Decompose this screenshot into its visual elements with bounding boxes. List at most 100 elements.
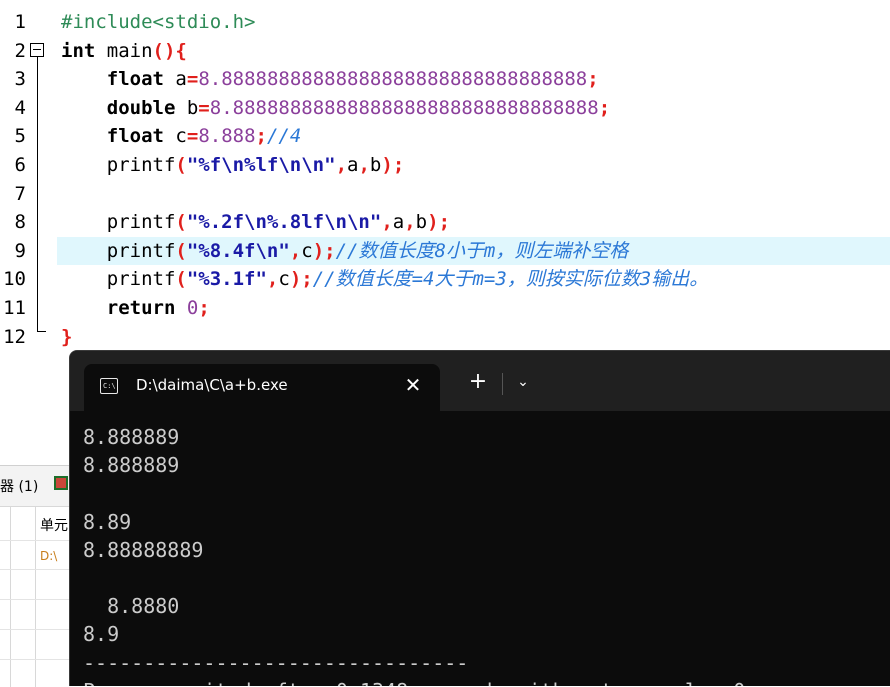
code-token: ( xyxy=(175,211,187,234)
code-token: main xyxy=(95,39,153,62)
code-token: , xyxy=(358,154,370,176)
code-token: ); xyxy=(381,154,405,176)
code-line-text: return 0; xyxy=(61,294,210,322)
code-line-text: printf("%3.1f",c);//数值长度=4大于m=3，则按实际位数3输… xyxy=(61,265,708,293)
column-header-unit[interactable]: 单元 xyxy=(40,515,68,535)
message-table: 单元 D:\ xyxy=(0,506,70,687)
code-token: ; xyxy=(587,68,599,91)
code-token: "%f\n%lf\n\n" xyxy=(186,154,336,176)
code-line-current[interactable]: printf("%8.4f\n",c);//数值长度8小于m，则左端补空格 xyxy=(57,236,890,265)
close-tab-icon[interactable]: ✕ xyxy=(400,372,426,398)
terminal-tab-title: D:\daima\C\a+b.exe xyxy=(136,376,288,394)
line-number: 2 xyxy=(14,39,26,62)
code-token: printf xyxy=(61,154,176,176)
chevron-down-icon[interactable]: ⌄ xyxy=(513,372,533,392)
code-line-text: double b=8.88888888888888888888888888888… xyxy=(61,94,610,122)
code-token: "%.2f\n%.8lf\n\n" xyxy=(186,211,382,234)
code-token: = xyxy=(198,96,210,119)
code-line-text: } xyxy=(61,323,72,351)
code-token: 8.888 xyxy=(198,125,256,148)
code-token: ; xyxy=(598,96,611,119)
console-icon-label: C:\ xyxy=(103,382,116,390)
code-token: ); xyxy=(427,211,451,234)
code-token: double xyxy=(106,96,176,119)
code-token: c xyxy=(163,125,187,148)
terminal-output-line: 8.888889 xyxy=(83,425,180,449)
code-editor[interactable]: #include<stdio.h> int main(){ float a=8.8… xyxy=(57,0,890,350)
line-number: 11 xyxy=(3,297,26,319)
code-token: , xyxy=(404,211,416,234)
code-token: b xyxy=(175,96,199,119)
table-row-divider xyxy=(0,540,70,541)
code-token: "%3.1f" xyxy=(186,268,267,291)
code-token: } xyxy=(61,325,73,348)
titlebar-divider xyxy=(502,373,503,395)
line-number: 4 xyxy=(14,96,26,119)
code-token: //数值长度=4大于m=3，则按实际位数3输出。 xyxy=(312,268,709,291)
fold-end-marker xyxy=(37,331,46,332)
code-line[interactable]: int main(){ xyxy=(57,37,890,65)
code-line[interactable] xyxy=(57,180,890,208)
code-token: a xyxy=(163,68,187,91)
code-token: ( xyxy=(175,154,187,176)
code-token: c xyxy=(278,268,290,291)
terminal-output-line: 8.888889 xyxy=(83,453,180,478)
code-token: b xyxy=(369,154,382,176)
console-icon: C:\ xyxy=(100,378,118,394)
fold-guide xyxy=(37,57,38,331)
code-token: return xyxy=(106,297,176,319)
code-token: a xyxy=(392,211,405,234)
code-token: "%8.4f\n" xyxy=(186,239,290,262)
code-token: (){ xyxy=(152,39,187,62)
code-token: ); xyxy=(312,239,336,262)
code-token: , xyxy=(289,239,302,262)
table-row-divider xyxy=(0,659,70,660)
code-line-text: float c=8.888;//4 xyxy=(61,122,302,150)
fold-toggle-icon[interactable] xyxy=(30,43,44,57)
code-line[interactable]: printf("%f\n%lf\n\n",a,b); xyxy=(57,151,890,179)
code-token: float xyxy=(106,68,164,91)
code-line-text: printf("%.2f\n%.8lf\n\n",a,b); xyxy=(61,208,450,236)
line-number: 7 xyxy=(14,182,26,205)
code-token: //数值长度8小于m，则左端补空格 xyxy=(335,239,629,262)
terminal-tab[interactable]: C:\ D:\daima\C\a+b.exe ✕ xyxy=(84,364,440,411)
code-line[interactable]: float a=8.888888888888888888888888888888… xyxy=(57,65,890,93)
code-token: ( xyxy=(175,268,187,291)
code-line[interactable]: } xyxy=(57,323,890,351)
code-token: printf xyxy=(61,211,176,234)
message-path-cell[interactable]: D:\ xyxy=(40,549,57,563)
line-number: 10 xyxy=(3,268,26,291)
code-token: 8.88888888888888888888888888888888 xyxy=(198,68,588,91)
code-line[interactable]: double b=8.88888888888888888888888888888… xyxy=(57,94,890,122)
new-tab-button[interactable]: + xyxy=(465,369,491,395)
terminal-window[interactable]: C:\ D:\daima\C\a+b.exe ✕ + ⌄ 8.888889 8.8… xyxy=(69,350,890,686)
code-line-text: printf("%8.4f\n",c);//数值长度8小于m，则左端补空格 xyxy=(61,237,629,265)
code-token: printf xyxy=(61,239,176,262)
line-number: 8 xyxy=(14,211,26,234)
terminal-output[interactable]: 8.888889 8.888889 8.89 8.88888889 8.8880 8.9… xyxy=(83,423,890,686)
code-token: float xyxy=(106,125,164,148)
code-token: , xyxy=(266,268,279,291)
code-token: ( xyxy=(175,239,187,262)
code-line[interactable]: printf("%3.1f",c);//数值长度=4大于m=3，则按实际位数3输… xyxy=(57,265,890,293)
terminal-titlebar[interactable]: C:\ D:\daima\C\a+b.exe ✕ + ⌄ xyxy=(70,351,890,411)
code-token: int xyxy=(61,39,96,62)
line-number: 3 xyxy=(14,68,26,91)
line-number: 12 xyxy=(3,325,26,348)
compiler-tab[interactable]: 器 (1) xyxy=(0,476,38,496)
code-line[interactable]: #include<stdio.h> xyxy=(57,8,890,36)
terminal-output-line: 8.8880 xyxy=(83,594,180,619)
code-line[interactable]: printf("%.2f\n%.8lf\n\n",a,b); xyxy=(57,208,890,236)
code-token: #include<stdio.h> xyxy=(61,11,256,33)
terminal-output-line: -------------------------------- xyxy=(83,650,469,675)
table-row-divider xyxy=(0,569,70,570)
line-number: 1 xyxy=(14,11,26,33)
code-line-text: printf("%f\n%lf\n\n",a,b); xyxy=(61,151,405,179)
resource-icon[interactable] xyxy=(54,476,68,490)
code-line[interactable]: float c=8.888;//4 xyxy=(57,122,890,150)
code-line[interactable]: return 0; xyxy=(57,294,890,322)
